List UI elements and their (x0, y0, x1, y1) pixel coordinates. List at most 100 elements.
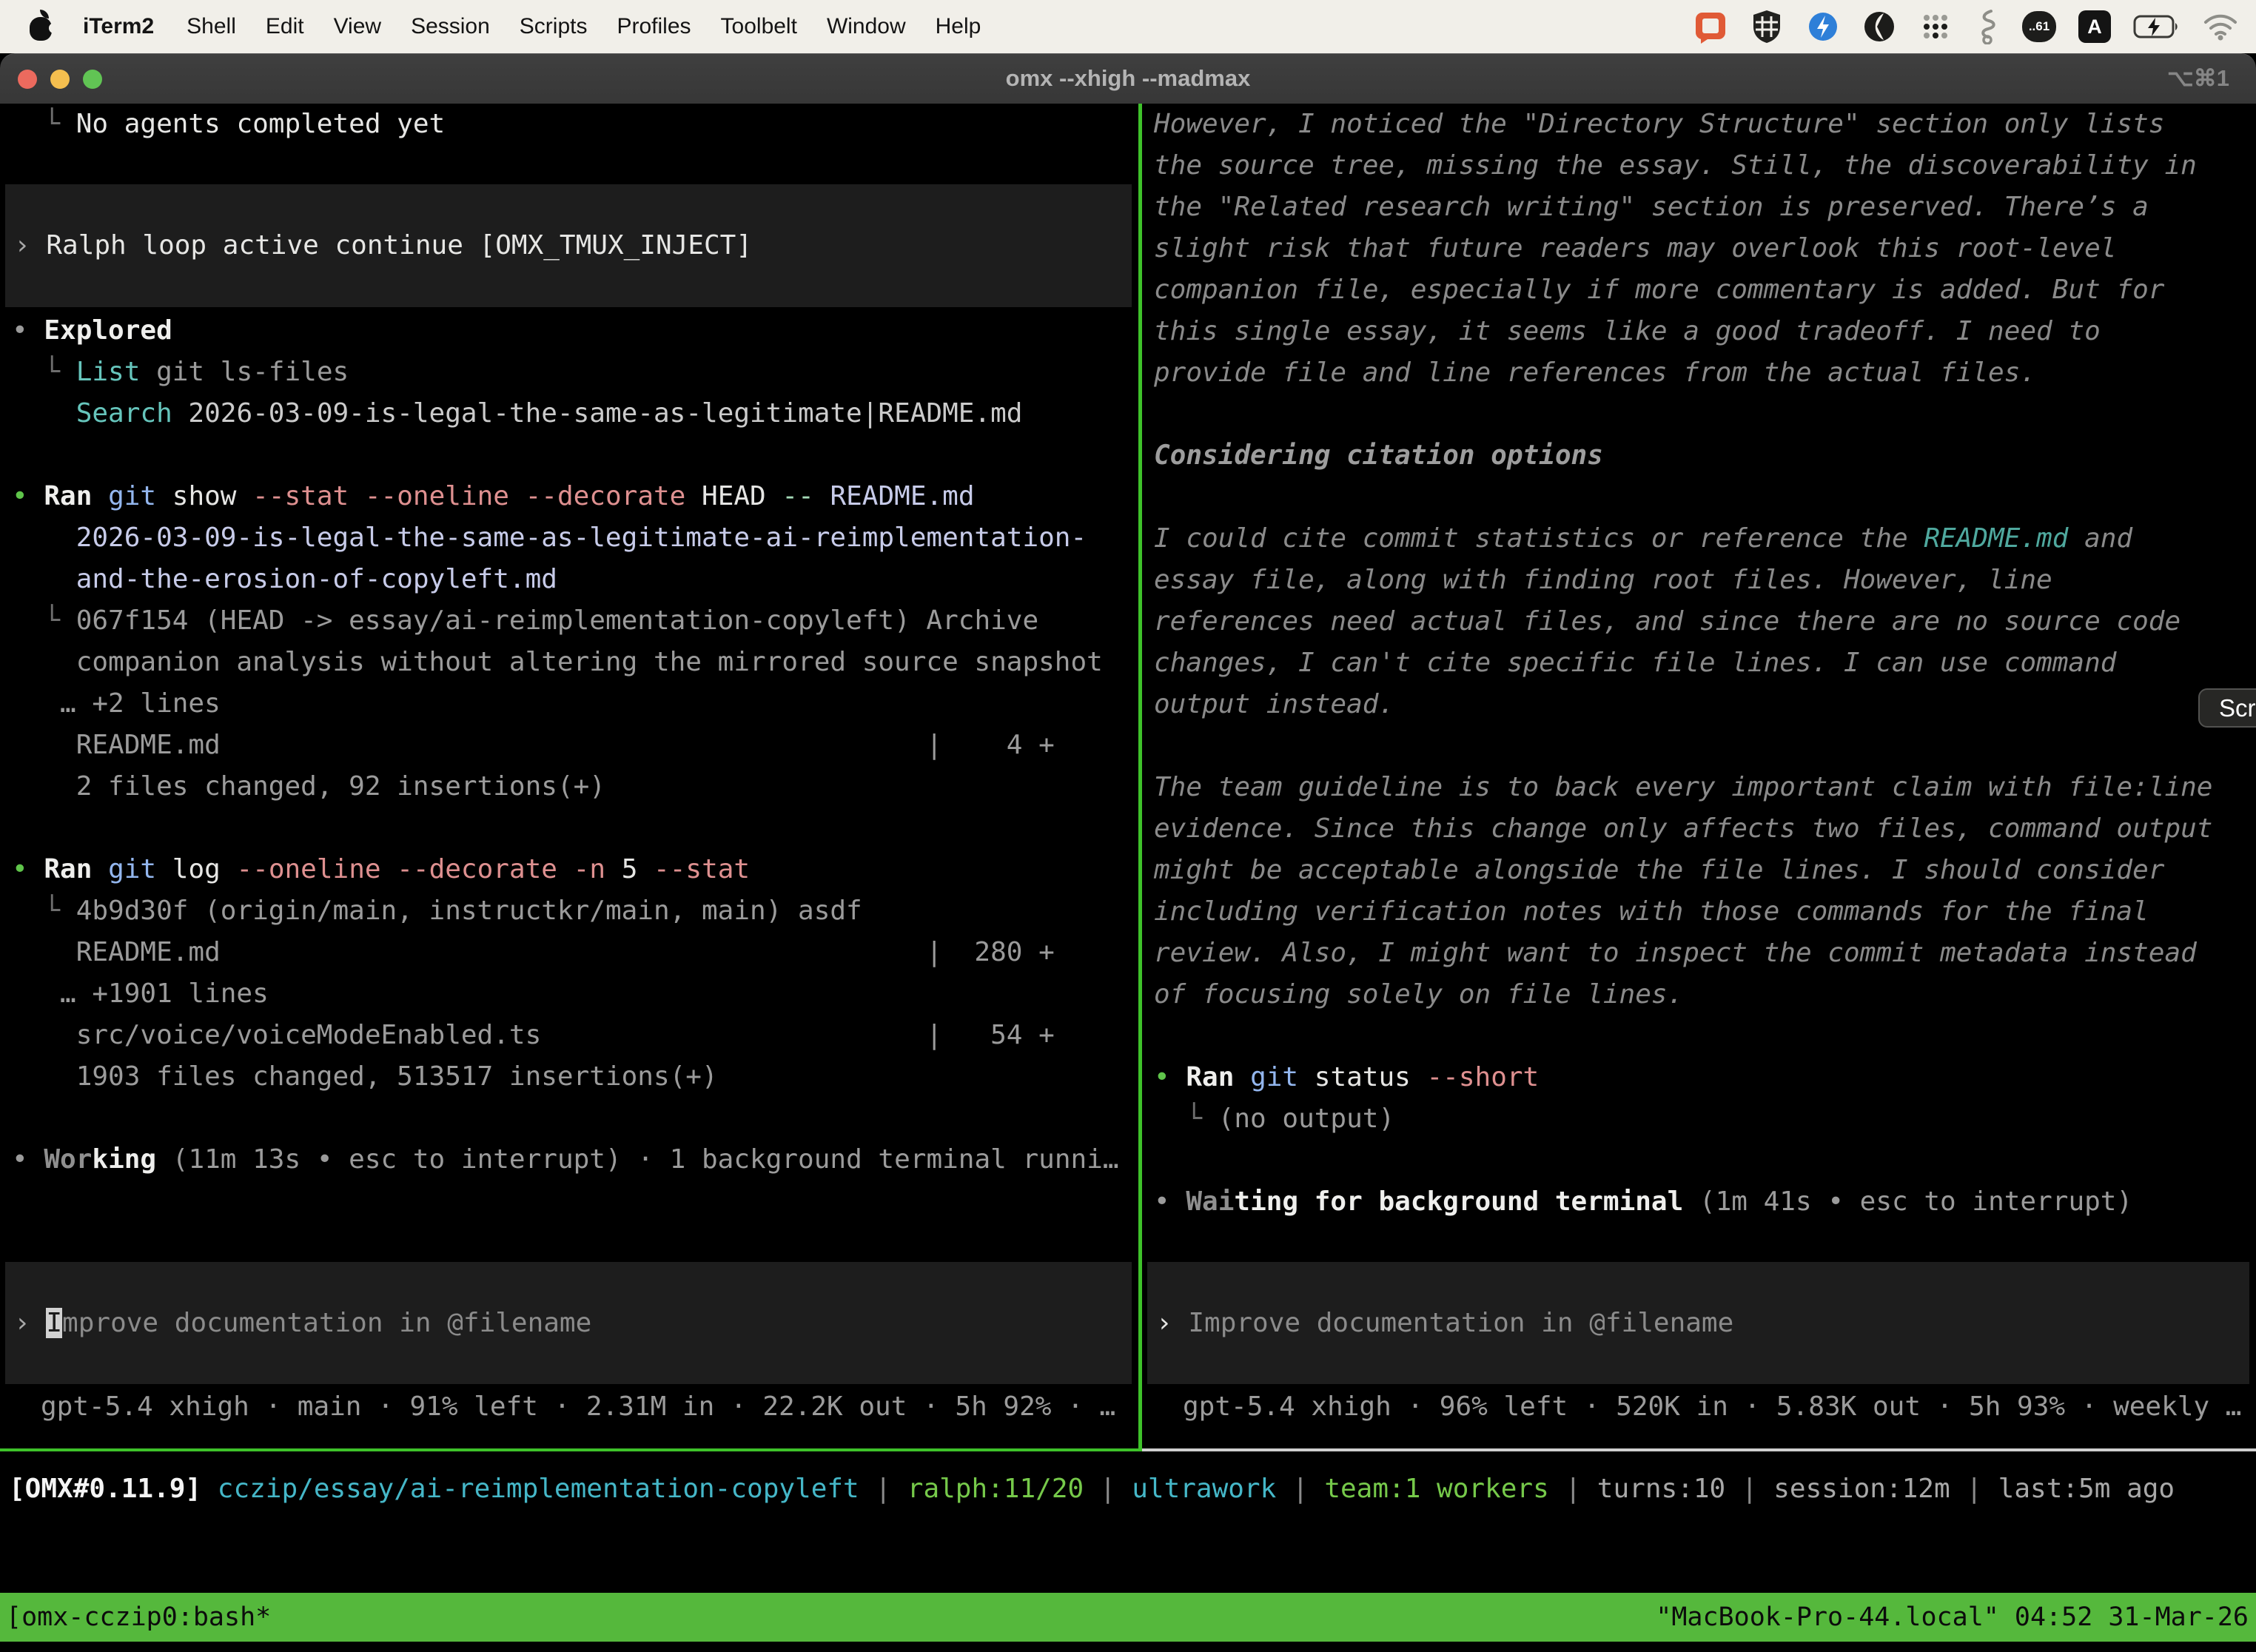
terminal-line: companion analysis without altering the … (12, 642, 1138, 683)
terminal-line: the "Related research writing" section i… (1154, 187, 2256, 228)
tmux-host-clock: "MacBook-Pro-44.local" 04:52 31-Mar-26 (1656, 1602, 2256, 1632)
terminal-line: provide file and line references from th… (1154, 352, 2256, 394)
menu-item-scripts[interactable]: Scripts (505, 0, 602, 53)
terminal-line (1154, 1015, 2256, 1057)
shield-grid-icon[interactable] (1750, 9, 1784, 44)
keyboard-layout-icon[interactable]: A (2078, 10, 2111, 43)
terminal-line: essay file, along with finding root file… (1154, 560, 2256, 601)
terminal-line: might be acceptable alongside the file l… (1154, 850, 2256, 891)
terminal-line (1154, 725, 2256, 767)
terminal-line: • Ran git status --short (1154, 1057, 2256, 1098)
terminal-line: Considering citation options (1154, 435, 2256, 477)
squiggle-icon[interactable] (1975, 9, 2000, 44)
macos-menu-bar: iTerm2 Shell Edit View Session Scripts P… (0, 0, 2256, 53)
terminal-line: └ List git ls-files (12, 352, 1138, 393)
terminal-line: companion file, especially if more comme… (1154, 269, 2256, 311)
agent-prompt-input-left[interactable]: › Improve documentation in @filename (5, 1262, 1132, 1384)
menu-item-iterm2[interactable]: iTerm2 (68, 0, 172, 53)
tmux-status-bar: [omx-cczip0:bash* "MacBook-Pro-44.local"… (0, 1593, 2256, 1642)
dots-grid-icon[interactable] (1918, 10, 1953, 44)
terminal-line: • Working (11m 13s • esc to interrupt) ·… (12, 1139, 1138, 1181)
terminal-line: including verification notes with those … (1154, 891, 2256, 933)
window-title: omx --xhigh --madmax (0, 54, 2256, 103)
terminal-line: › Ralph loop active continue [OMX_TMUX_I… (14, 225, 752, 266)
battery-icon[interactable] (2133, 14, 2181, 39)
terminal-line: the source tree, missing the essay. Stil… (1154, 145, 2256, 187)
tmux-pane-left[interactable]: └ No agents completed yet › Ralph loop a… (0, 104, 1138, 1448)
terminal-line: 1903 files changed, 513517 insertions(+) (12, 1056, 1138, 1098)
terminal-line: └ No agents completed yet (12, 104, 1138, 145)
terminal-line: • Ran git show --stat --oneline --decora… (12, 476, 1138, 517)
terminal-line: └ 4b9d30f (origin/main, instructkr/main,… (12, 890, 1138, 932)
right-pane-lines: However, I noticed the "Directory Struct… (1142, 104, 2256, 1223)
terminal-line: gpt-5.4 xhigh · main · 91% left · 2.31M … (41, 1386, 1138, 1428)
terminal-line (1154, 1140, 2256, 1181)
menu-item-edit[interactable]: Edit (251, 0, 319, 53)
badge-61-icon[interactable]: ..61 (2022, 11, 2056, 42)
terminal-line: and-the-erosion-of-copyleft.md (12, 559, 1138, 600)
terminal-line: • Ran git log --oneline --decorate -n 5 … (12, 849, 1138, 890)
terminal-line: I could cite commit statistics or refere… (1154, 518, 2256, 560)
terminal-line: changes, I can't cite specific file line… (1154, 642, 2256, 684)
terminal-line: references need actual files, and since … (1154, 601, 2256, 642)
menu-item-toolbelt[interactable]: Toolbelt (706, 0, 812, 53)
menu-items: iTerm2 Shell Edit View Session Scripts P… (68, 0, 996, 53)
terminal-line: slight risk that future readers may over… (1154, 228, 2256, 269)
terminal-line: src/voice/voiceModeEnabled.ts | 54 + (12, 1015, 1138, 1056)
terminal-line: The team guideline is to back every impo… (1154, 767, 2256, 808)
k-circle-icon[interactable] (1862, 10, 1896, 44)
spark-badge-icon[interactable] (1806, 10, 1840, 44)
terminal-line: this single essay, it seems like a good … (1154, 311, 2256, 352)
screen-share-chip[interactable]: Scre (2198, 688, 2256, 728)
agent-status-line-left: gpt-5.4 xhigh · main · 91% left · 2.31M … (0, 1386, 1138, 1428)
window-title-bar[interactable]: omx --xhigh --madmax ⌥⌘1 (0, 53, 2256, 104)
menu-item-help[interactable]: Help (921, 0, 996, 53)
terminal-line: 2026-03-09-is-legal-the-same-as-legitima… (12, 517, 1138, 559)
terminal-line (1154, 394, 2256, 435)
terminal-content: └ No agents completed yet › Ralph loop a… (0, 104, 2256, 1652)
terminal-line: gpt-5.4 xhigh · 96% left · 520K in · 5.8… (1183, 1386, 2256, 1428)
omx-session-status-line: [OMX#0.11.9] cczip/essay/ai-reimplementa… (9, 1468, 2175, 1510)
wifi-icon[interactable] (2203, 13, 2238, 41)
terminal-line: README.md | 4 + (12, 725, 1138, 766)
window-shortcut-badge: ⌥⌘1 (2167, 54, 2229, 103)
apple-menu-icon[interactable] (27, 10, 56, 44)
terminal-line: output instead. (1154, 684, 2256, 725)
menu-item-shell[interactable]: Shell (172, 0, 251, 53)
terminal-line: evidence. Since this change only affects… (1154, 808, 2256, 850)
iterm2-window: omx --xhigh --madmax ⌥⌘1 └ No agents com… (0, 53, 2256, 1652)
terminal-line: • Waiting for background terminal (1m 41… (1154, 1181, 2256, 1223)
agent-status-line-right: gpt-5.4 xhigh · 96% left · 520K in · 5.8… (1142, 1386, 2256, 1428)
tmux-window-name[interactable]: [omx-cczip0:bash* (0, 1602, 271, 1632)
terminal-line (12, 434, 1138, 476)
terminal-line (12, 807, 1138, 849)
menu-item-profiles[interactable]: Profiles (602, 0, 705, 53)
screen: iTerm2 Shell Edit View Session Scripts P… (0, 0, 2256, 1652)
terminal-line: review. Also, I might want to inspect th… (1154, 933, 2256, 974)
pane-bottom-border-inactive (1142, 1448, 2256, 1451)
menu-item-view[interactable]: View (319, 0, 396, 53)
terminal-line: … +1901 lines (12, 973, 1138, 1015)
pane-bottom-border-active (0, 1448, 1142, 1451)
chat-app-icon[interactable] (1693, 10, 1728, 44)
terminal-line: └ (no output) (1154, 1098, 2256, 1140)
terminal-line: › Improve documentation in @filename (1156, 1303, 1733, 1344)
terminal-line: However, I noticed the "Directory Struct… (1154, 104, 2256, 145)
terminal-line: └ 067f154 (HEAD -> essay/ai-reimplementa… (12, 600, 1138, 642)
menu-left: iTerm2 Shell Edit View Session Scripts P… (0, 0, 996, 53)
terminal-line: 2 files changed, 92 insertions(+) (12, 766, 1138, 807)
terminal-line: README.md | 280 + (12, 932, 1138, 973)
agent-prompt-input-right[interactable]: › Improve documentation in @filename (1147, 1262, 2249, 1384)
left-pane-top-lines: └ No agents completed yet (0, 104, 1138, 145)
terminal-line: Search 2026-03-09-is-legal-the-same-as-l… (12, 393, 1138, 434)
tmux-pane-right[interactable]: However, I noticed the "Directory Struct… (1142, 104, 2256, 1448)
terminal-line (12, 1098, 1138, 1139)
apple-bite (49, 23, 59, 33)
terminal-line (1154, 477, 2256, 518)
terminal-line: of focusing solely on file lines. (1154, 974, 2256, 1015)
agent-input-box-left-top[interactable]: › Ralph loop active continue [OMX_TMUX_I… (5, 184, 1132, 307)
left-pane-main-lines: • Explored └ List git ls-files Search 20… (0, 310, 1138, 1181)
terminal-line: › Improve documentation in @filename (14, 1303, 591, 1344)
menu-item-window[interactable]: Window (812, 0, 921, 53)
menu-item-session[interactable]: Session (396, 0, 505, 53)
